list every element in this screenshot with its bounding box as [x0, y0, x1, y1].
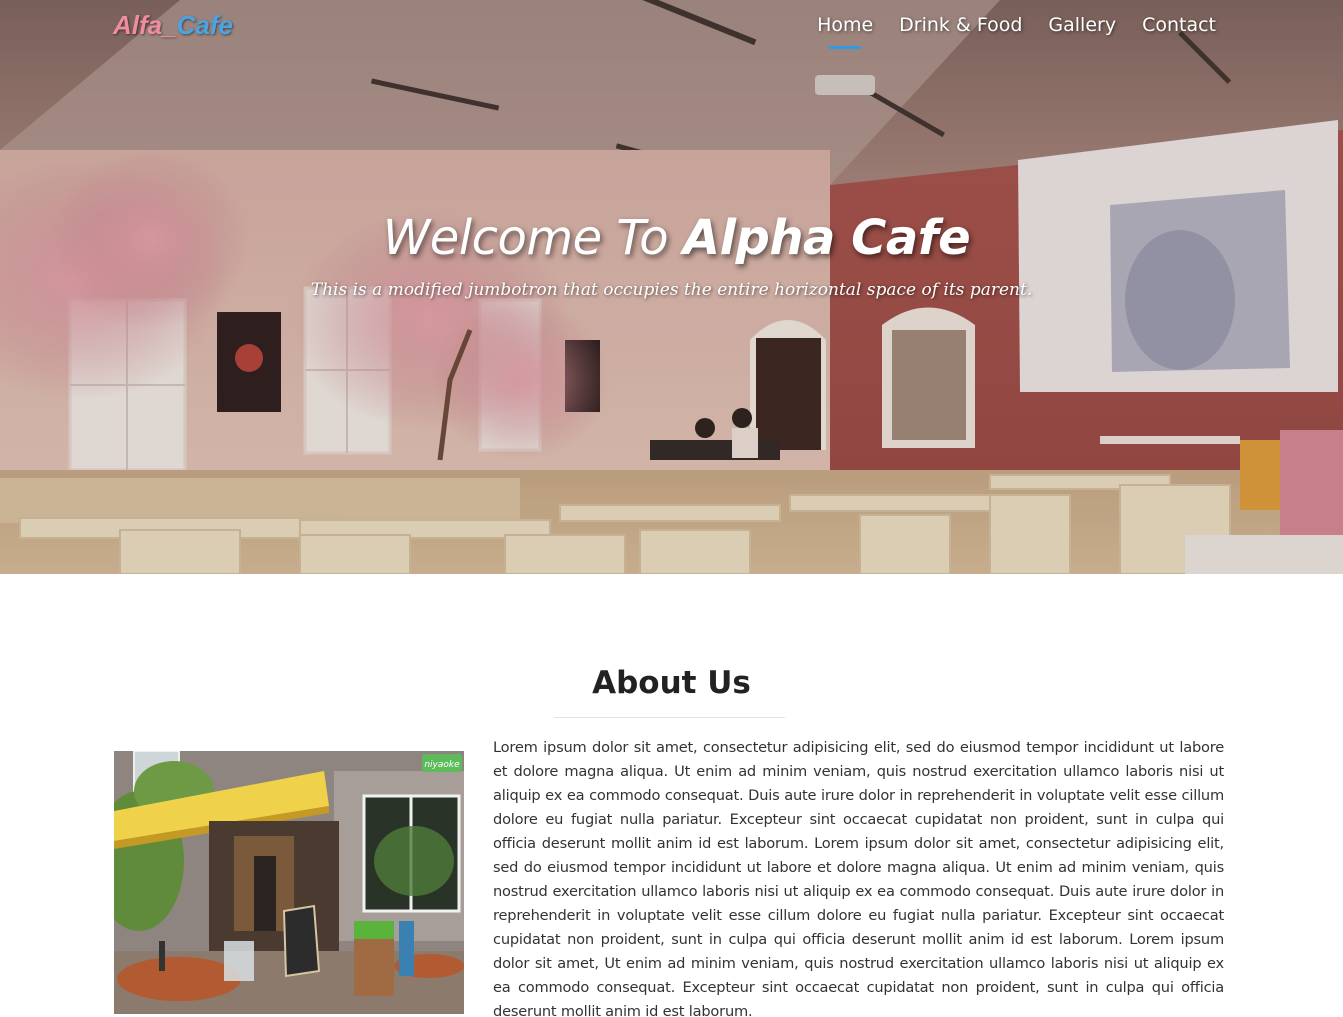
- hero-subtitle: This is a modified jumbotron that occupi…: [310, 280, 1033, 300]
- nav-link-gallery[interactable]: Gallery: [1048, 14, 1116, 44]
- brand-logo[interactable]: Alfa_Cafe: [113, 10, 233, 41]
- hero-title-bold: Alpha Cafe: [682, 210, 971, 266]
- brand-logo-part2: Cafe: [176, 10, 233, 40]
- cafe-storefront-image: niyaoke: [114, 751, 464, 1014]
- about-cafe-photo: niyaoke: [114, 751, 464, 1014]
- about-heading: About Us: [592, 665, 751, 701]
- brand-logo-part1: Alfa_: [113, 10, 177, 40]
- about-body-text: Lorem ipsum dolor sit amet, consectetur …: [493, 739, 1224, 1017]
- hero-jumbotron: Alfa_Cafe Home Drink & Food Gallery Cont…: [0, 0, 1343, 574]
- hero-title-light: Welcome To: [382, 210, 683, 266]
- nav-links: Home Drink & Food Gallery Contact: [791, 14, 1216, 49]
- nav-link-contact[interactable]: Contact: [1142, 14, 1216, 44]
- hero-text: Welcome To Alpha Cafe This is a modified…: [0, 210, 1343, 300]
- nav-link-drink-food[interactable]: Drink & Food: [899, 14, 1022, 44]
- nav-link-home[interactable]: Home: [817, 14, 873, 49]
- about-divider: [554, 717, 785, 718]
- hero-title: Welcome To Alpha Cafe: [0, 210, 1343, 266]
- navbar: Alfa_Cafe Home Drink & Food Gallery Cont…: [0, 0, 1343, 56]
- sign-text: niyaoke: [424, 760, 460, 770]
